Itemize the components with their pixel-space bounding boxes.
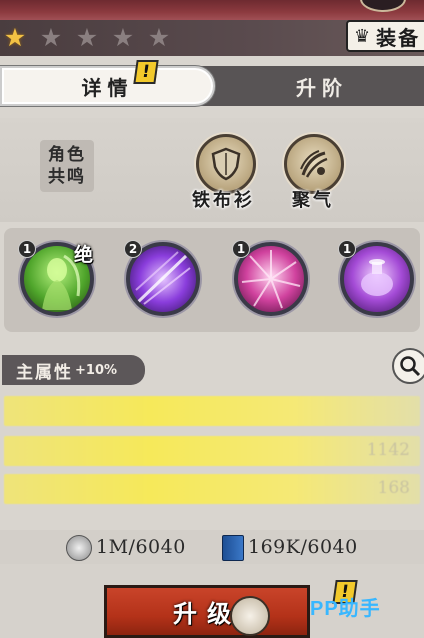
skill-label: 聚气 — [292, 190, 334, 211]
alert-mark: ! — [140, 62, 152, 82]
shield-icon — [211, 147, 241, 181]
equip-button[interactable]: ♛ 装备 — [346, 20, 424, 52]
attribute-row — [4, 396, 420, 426]
search-icon — [400, 356, 421, 377]
equip-label: 装备 — [376, 25, 421, 50]
skill-book-icon — [222, 535, 244, 561]
resonance-line1: 角色 — [48, 145, 86, 165]
orb-level-badge: 2 — [124, 240, 142, 258]
resonance-line2: 共鸣 — [48, 167, 86, 187]
orb-level-badge: 1 — [232, 240, 250, 258]
main-attribute-title: 主属性 — [16, 362, 73, 383]
tab-detail-label: 详情 — [81, 75, 134, 100]
character-resonance-button[interactable]: 角色 共鸣 — [40, 140, 94, 192]
attribute-row: 1142 — [4, 436, 420, 466]
orb-level-badge: 1 — [18, 240, 36, 258]
tab-advance[interactable]: 升阶 — [220, 66, 424, 106]
book-amount: 169K/6040 — [248, 536, 358, 558]
main-attribute-header: 主属性 +10% — [2, 355, 145, 385]
star-empty-icon: ★ — [111, 23, 135, 52]
star-empty-icon: ★ — [147, 23, 171, 52]
orb-tag: 绝 — [74, 244, 94, 266]
skill-label: 铁布衫 — [192, 190, 255, 211]
orb-level-badge: 1 — [338, 240, 356, 258]
skill-emblem-gather-qi[interactable] — [284, 134, 344, 194]
upgrade-button[interactable]: 升级 — [104, 585, 310, 638]
star-empty-icon: ★ — [75, 23, 99, 52]
silver-coin-icon — [66, 535, 92, 561]
star-empty-icon: ★ — [39, 23, 63, 52]
tab-advance-label: 升阶 — [296, 75, 348, 100]
watermark: PP助手 — [310, 598, 381, 620]
silver-amount: 1M/6040 — [96, 536, 186, 558]
skill-emblem-iron-shirt[interactable] — [196, 134, 256, 194]
main-attribute-bonus: +10% — [75, 362, 118, 378]
alert-badge: ! — [133, 60, 159, 84]
pink-burst-skill-icon — [241, 250, 301, 309]
star-filled-icon: ★ — [3, 23, 27, 52]
currency-row — [0, 530, 424, 564]
attribute-search-button[interactable] — [392, 348, 424, 384]
purple-artifact-skill-icon — [361, 259, 393, 296]
tab-detail[interactable]: 详情 — [0, 66, 215, 106]
attribute-row: 168 — [4, 474, 420, 504]
energy-swirl-icon — [300, 150, 328, 178]
equipment-icon: ♛ — [354, 25, 373, 47]
attribute-value: 168 — [377, 478, 410, 498]
purple-slash-skill-icon — [135, 251, 191, 305]
attribute-value: 1142 — [366, 440, 410, 460]
upgrade-knob-icon — [230, 596, 270, 636]
